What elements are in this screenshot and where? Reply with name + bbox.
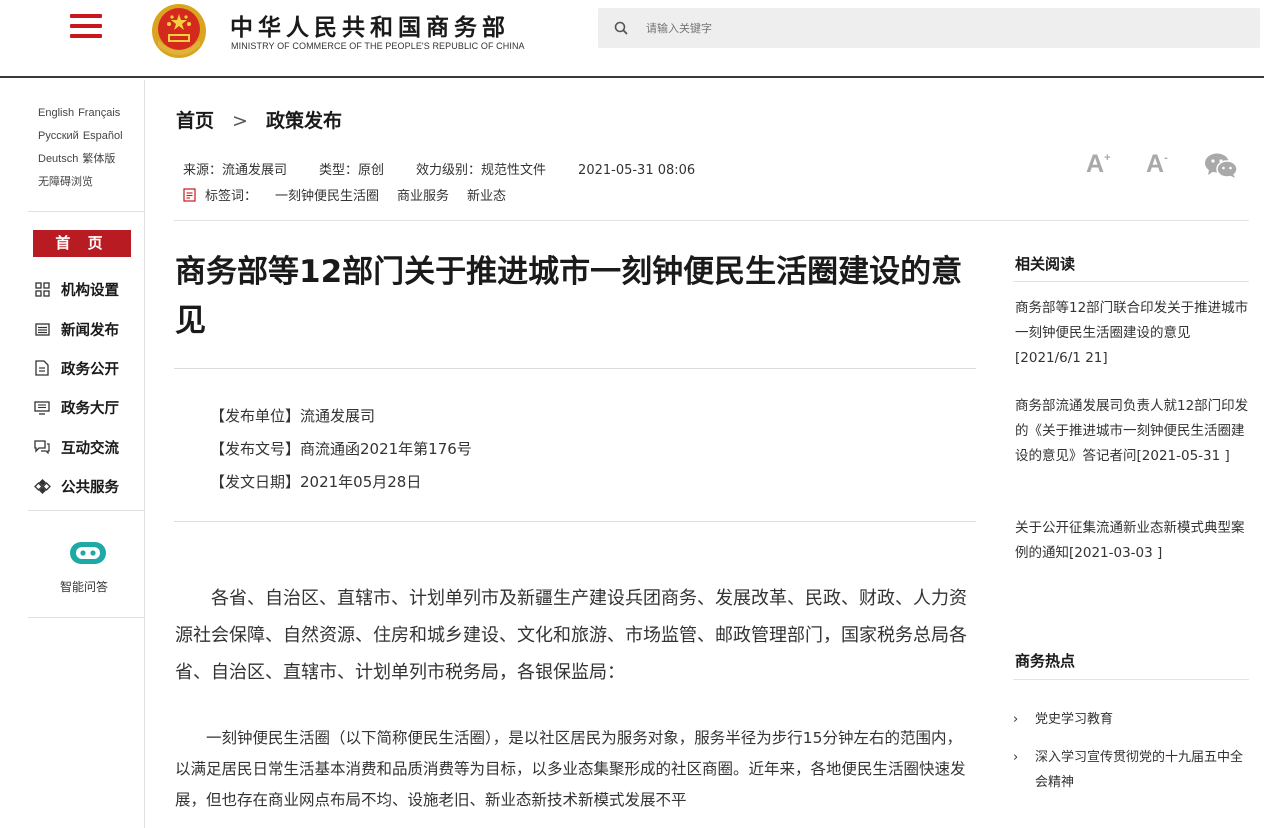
- lang-spanish[interactable]: Español: [83, 130, 123, 142]
- national-emblem-icon[interactable]: [150, 2, 208, 60]
- chevron-right-icon: ›: [1013, 712, 1019, 727]
- title-divider: [174, 368, 976, 369]
- wechat-icon[interactable]: [1204, 153, 1238, 179]
- chat-icon: [33, 438, 51, 456]
- menu-icon[interactable]: [70, 14, 102, 38]
- article-tags: 标签词： 一刻钟便民生活圈 商业服务 新业态: [183, 185, 506, 204]
- sidebar-divider: [28, 617, 145, 618]
- issuer-line: 【发布单位】流通发展司: [210, 407, 376, 425]
- search-icon[interactable]: [614, 21, 628, 35]
- sidebar-item-label: 公共服务: [61, 480, 119, 497]
- doc-number-line: 【发布文号】商流通函2021年第176号: [210, 440, 472, 458]
- meta-source: 来源：流通发展司: [183, 163, 288, 178]
- search-input[interactable]: [646, 17, 1226, 39]
- site-logo-english[interactable]: MINISTRY OF COMMERCE OF THE PEOPLE'S REP…: [231, 41, 525, 51]
- sidebar-nav: 机构设置 新闻发布 政务公开 政务大厅 互动交流 公共服务: [33, 270, 143, 506]
- article-paragraph: 各省、自治区、直辖市、计划单列市及新疆生产建设兵团商务、发展改革、民政、财政、人…: [175, 588, 967, 683]
- meta-datetime: 2021-05-31 08:06: [578, 163, 696, 178]
- sidebar-item-label: 机构设置: [61, 283, 119, 300]
- sidebar-item-news[interactable]: 新闻发布: [33, 309, 143, 348]
- article-title: 商务部等12部门关于推进城市一刻钟便民生活圈建设的意见: [175, 254, 963, 339]
- lang-french[interactable]: Français: [78, 107, 120, 119]
- site-logo-chinese[interactable]: 中华人民共和国商务部: [230, 8, 510, 42]
- tag-link[interactable]: 商业服务: [397, 185, 449, 204]
- sidebar-divider: [28, 510, 145, 511]
- lang-traditional-chinese[interactable]: 繁体版: [82, 153, 115, 165]
- accessibility-link[interactable]: 无障碍浏览: [38, 176, 93, 188]
- tags-label: 标签词：: [205, 189, 258, 204]
- sidebar-item-label: 新闻发布: [61, 322, 119, 339]
- hot-topic-item[interactable]: › 党史学习教育: [1013, 707, 1253, 732]
- language-switcher: English Français Русский Español Deutsch 繁体…: [38, 102, 143, 194]
- related-link[interactable]: 商务部流通发展司负责人就12部门印发的《关于推进城市一刻钟便民生活圈建设的意见》…: [1015, 394, 1251, 469]
- left-sidebar: English Français Русский Español Deutsch 繁体…: [28, 80, 145, 828]
- sidebar-item-interaction[interactable]: 互动交流: [33, 428, 143, 467]
- search-bar: [598, 8, 1260, 48]
- hot-topic-label: 深入学习宣传贯彻党的十九届五中全会精神: [1035, 750, 1244, 790]
- sidebar-divider: [28, 211, 145, 212]
- breadcrumb-home[interactable]: 首页: [176, 110, 214, 132]
- robot-assistant-icon[interactable]: [68, 540, 108, 566]
- article-tools: A+ A-: [1086, 150, 1246, 186]
- site-header: 中华人民共和国商务部 MINISTRY OF COMMERCE OF THE P…: [0, 0, 1264, 78]
- related-divider: [1013, 281, 1249, 282]
- sidebar-item-public-service[interactable]: 公共服务: [33, 467, 143, 506]
- sidebar-item-organization[interactable]: 机构设置: [33, 270, 143, 309]
- related-link[interactable]: 商务部等12部门联合印发关于推进城市一刻钟便民生活圈建设的意见[2021/6/1…: [1015, 296, 1251, 371]
- sidebar-home-button[interactable]: 首 页: [33, 230, 131, 257]
- related-link[interactable]: 关于公开征集流通新业态新模式典型案例的通知[2021-03-03 ]: [1015, 516, 1251, 566]
- sidebar-item-label: 政务大厅: [61, 401, 119, 418]
- tag-link[interactable]: 新业态: [467, 185, 506, 204]
- lang-russian[interactable]: Русский: [38, 130, 79, 142]
- font-smaller-button[interactable]: A-: [1146, 150, 1168, 179]
- document-icon: [33, 359, 51, 377]
- breadcrumb: 首页 > 政策发布: [176, 106, 342, 133]
- issue-date-line: 【发文日期】2021年05月28日: [210, 473, 422, 491]
- news-icon: [33, 320, 51, 338]
- hot-topic-label: 党史学习教育: [1035, 712, 1114, 727]
- info-divider: [174, 521, 976, 522]
- issuance-info: 【发布单位】流通发展司 【发布文号】商流通函2021年第176号 【发文日期】2…: [210, 400, 472, 499]
- sidebar-item-service-hall[interactable]: 政务大厅: [33, 388, 143, 427]
- service-icon: [33, 478, 51, 496]
- breadcrumb-separator: >: [232, 110, 248, 132]
- tag-link[interactable]: 一刻钟便民生活圈: [275, 185, 379, 204]
- meta-type: 类型：原创: [319, 163, 385, 178]
- lang-german[interactable]: Deutsch: [38, 153, 78, 165]
- article-paragraph: 一刻钟便民生活圈（以下简称便民生活圈），是以社区居民为服务对象，服务半径为步行1…: [175, 729, 966, 808]
- breadcrumb-current[interactable]: 政策发布: [266, 110, 342, 132]
- chevron-right-icon: ›: [1013, 750, 1019, 765]
- sidebar-item-gov-affairs[interactable]: 政务公开: [33, 349, 143, 388]
- smart-qa-label[interactable]: 智能问答: [60, 578, 108, 595]
- sidebar-item-label: 互动交流: [61, 440, 119, 457]
- article-meta: 来源：流通发展司 类型：原创 效力级别：规范性文件 2021-05-31 08:06: [183, 159, 727, 178]
- org-grid-icon: [33, 281, 51, 299]
- hot-topics-heading: 商务热点: [1015, 652, 1076, 670]
- meta-level: 效力级别：规范性文件: [416, 163, 547, 178]
- monitor-icon: [33, 399, 51, 417]
- tag-icon: [183, 187, 196, 202]
- sidebar-item-label: 政务公开: [61, 361, 119, 378]
- font-larger-button[interactable]: A+: [1086, 150, 1111, 179]
- meta-divider: [174, 220, 1249, 221]
- hot-divider: [1013, 679, 1249, 680]
- hot-topic-item[interactable]: › 深入学习宣传贯彻党的十九届五中全会精神: [1013, 745, 1253, 795]
- related-heading: 相关阅读: [1015, 255, 1076, 273]
- lang-english[interactable]: English: [38, 107, 74, 119]
